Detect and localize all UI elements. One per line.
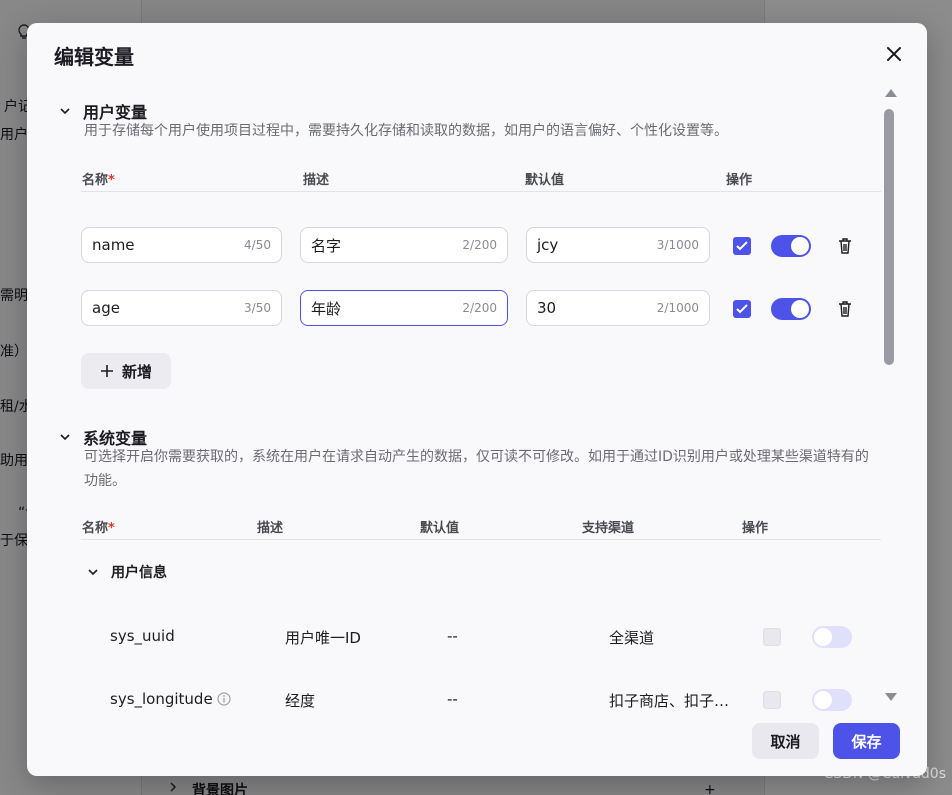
system-variable-default: -- (447, 690, 458, 708)
column-header-default: 默认值 (420, 521, 460, 536)
scroll-down-arrow-icon[interactable] (885, 693, 897, 701)
system-variable-name: sys_longitude (110, 690, 231, 708)
variable-description-input[interactable]: 名字 2/200 (300, 227, 508, 263)
scroll-up-arrow-icon[interactable] (885, 89, 897, 97)
chevron-down-icon[interactable] (87, 566, 99, 578)
system-variable-toggle[interactable] (812, 626, 852, 648)
system-variable-description: 经度 (285, 692, 316, 710)
close-icon[interactable] (883, 43, 905, 65)
add-button-label: 新增 (121, 362, 152, 381)
column-header-actions: 操作 (742, 521, 769, 536)
variable-checkbox[interactable] (733, 300, 751, 318)
system-variable-channels: 扣子商店、扣子… (609, 692, 730, 710)
variable-name-input[interactable]: name 4/50 (81, 227, 282, 263)
system-variable-channels: 全渠道 (609, 629, 655, 647)
variable-description-input[interactable]: 年龄 2/200 (300, 290, 508, 326)
group-title: 用户信息 (111, 565, 167, 581)
variable-name-input[interactable]: age 3/50 (81, 290, 282, 326)
variable-default-input[interactable]: 30 2/1000 (526, 290, 710, 326)
system-variable-default: -- (447, 627, 458, 645)
variable-toggle[interactable] (771, 235, 811, 257)
system-variable-checkbox[interactable] (763, 691, 781, 709)
system-variable-toggle[interactable] (812, 689, 852, 711)
system-variable-name: sys_uuid (110, 627, 175, 645)
section-description: 用于存储每个用户使用项目过程中，需要持久化存储和读取的数据，如用户的语言偏好、个… (84, 123, 728, 139)
column-header-channels: 支持渠道 (582, 521, 635, 536)
trash-icon[interactable] (838, 238, 852, 254)
column-header-name: 名称* (82, 521, 115, 536)
divider (81, 191, 881, 192)
system-variable-checkbox[interactable] (763, 628, 781, 646)
variable-checkbox[interactable] (733, 237, 751, 255)
info-icon[interactable] (217, 692, 231, 706)
variable-toggle[interactable] (771, 298, 811, 320)
check-icon (736, 241, 748, 251)
variable-default-input[interactable]: jcy 3/1000 (526, 227, 710, 263)
column-header-actions: 操作 (726, 173, 753, 188)
add-variable-button[interactable]: 新增 (81, 353, 171, 389)
scrollbar-thumb[interactable] (884, 109, 894, 365)
column-header-description: 描述 (303, 173, 330, 188)
system-variable-description: 用户唯一ID (285, 629, 361, 647)
plus-icon (100, 365, 113, 377)
scrollbar[interactable] (882, 89, 898, 701)
divider (81, 539, 881, 540)
dialog-title: 编辑变量 (54, 45, 134, 69)
trash-icon[interactable] (838, 301, 852, 317)
user-info-group-header[interactable]: 用户信息 (87, 562, 167, 582)
check-icon (736, 304, 748, 314)
chevron-down-icon[interactable] (59, 105, 71, 117)
section-description: 可选择开启你需要获取的，系统在用户在请求自动产生的数据，仅可读不可修改。如用于通… (84, 449, 869, 489)
column-header-default: 默认值 (525, 173, 565, 188)
dialog-content[interactable]: 用户变量 用于存储每个用户使用项目过程中，需要持久化存储和读取的数据，如用户的语… (27, 85, 897, 711)
edit-variables-dialog: 编辑变量 用户变量 用于存储每个用户使用项目过程中，需要持久化存储和读取的数据，… (27, 23, 927, 776)
chevron-down-icon[interactable] (59, 431, 71, 443)
save-button[interactable]: 保存 (833, 723, 900, 759)
cancel-button[interactable]: 取消 (752, 723, 819, 759)
column-header-name: 名称* (82, 173, 115, 188)
column-header-description: 描述 (257, 521, 284, 536)
